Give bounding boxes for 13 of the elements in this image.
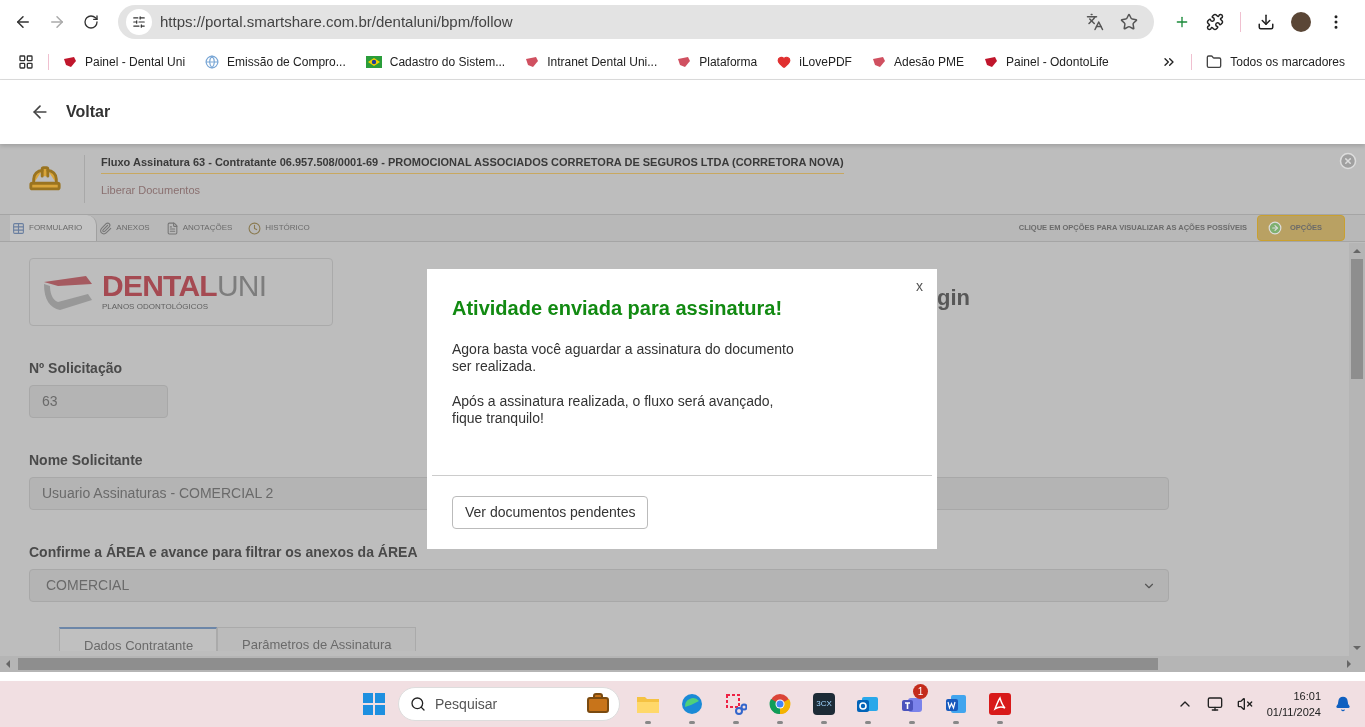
dialog-message: Após a assinatura realizada, o fluxo será avançado, fique tranquilo! [452, 393, 775, 427]
company-logo: DENTALUNI PLANOS ODONTOLÓGICOS [29, 258, 333, 326]
process-subtitle: Liberar Documentos [101, 182, 202, 198]
dialog-message: Agora basta você aguardar a assinatura do documento ser realizada. [452, 341, 795, 375]
phone-app-icon: 3CX [813, 693, 835, 715]
process-title: Fluxo Assinatura 63 - Contratante 06.957.508/0001-69 - PROMOCIONAL ASSOCIADOS CORRETORA DE SEGUROS LTDA (CORRETORA NOVA) [101, 154, 844, 174]
url-text: https://portal.smartshare.com.br/dentaluni/bpm/follow [160, 11, 513, 32]
field-label: Confirme a ÁREA e avance para filtrar os anexos da ÁREA [29, 543, 418, 562]
form-heading: gin [937, 283, 970, 312]
dialog-title: Atividade enviada para assinatura! [452, 296, 784, 321]
field-label: Nome Solicitante [29, 451, 143, 470]
field-label: Nº Solicitação [29, 359, 123, 378]
notification-badge: 1 [913, 684, 928, 699]
